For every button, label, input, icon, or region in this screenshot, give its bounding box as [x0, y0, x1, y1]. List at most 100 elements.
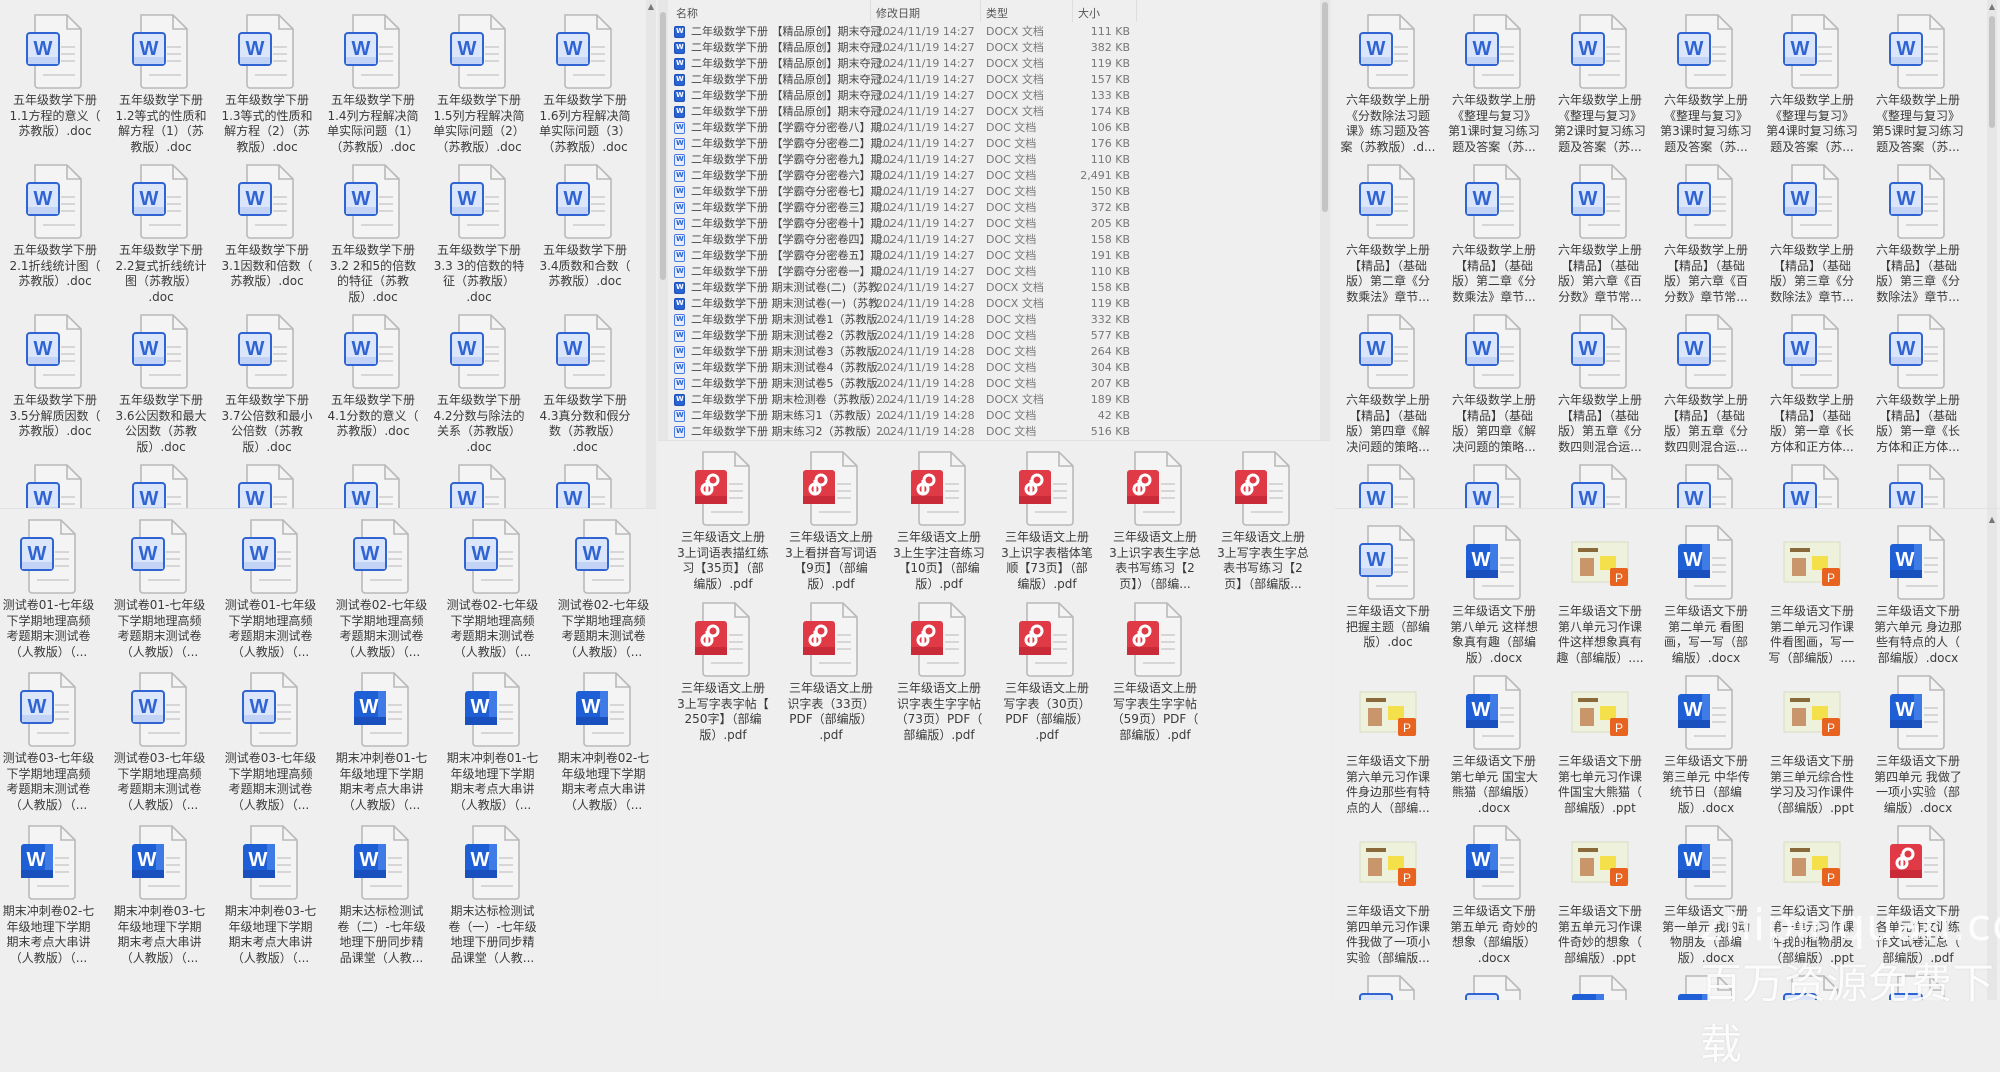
file-item[interactable]: W	[1335, 463, 1441, 508]
column-divider[interactable]	[1072, 0, 1073, 22]
file-item[interactable]: W 六年级数学上册 《整理与复习》 第3课时复习练习 题及答案（苏...	[1653, 13, 1759, 163]
file-row[interactable]: 二年级数学下册 期末检测卷（苏教版）....2024/11/19 14:28 DO…	[658, 391, 1330, 408]
file-item[interactable]: W 测试卷02-七年级 下学期地理高频 考题期末测试卷 （人教版）（...	[548, 518, 656, 671]
file-row[interactable]: 二年级数学下册 【学霸夺分密卷七】期...2024/11/19 14:27 DOC…	[658, 183, 1330, 200]
file-item[interactable]: W 五年级数学下册 3.4质数和合数（ 苏教版）.doc	[532, 163, 638, 313]
file-item[interactable]: W	[426, 463, 532, 508]
file-item[interactable]: W	[532, 463, 638, 508]
file-item[interactable]: W 五年级数学下册 3.3 3的倍数的特 征（苏教版） .doc	[426, 163, 532, 313]
file-item[interactable]: W 期末冲刺卷03-七 年级地理下学期 期末考点大串讲 （人教版）（...	[104, 824, 215, 977]
file-item[interactable]: W 期末冲刺卷01-七 年级地理下学期 期末考点大串讲 （人教版）（...	[326, 671, 437, 824]
file-item[interactable]: 三年级语文上册 3上识字表楷体笔 顺【73页】（部 编版）.pdf	[993, 450, 1101, 601]
file-item[interactable]: W 测试卷01-七年级 下学期地理高频 考题期末测试卷 （人教版）（...	[104, 518, 215, 671]
file-item[interactable]: W	[1441, 463, 1547, 508]
file-item[interactable]: W 六年级数学上册 【精品】（基础 版）第二章《分 数乘法》章节...	[1335, 163, 1441, 313]
file-item[interactable]: W 测试卷01-七年级 下学期地理高频 考题期末测试卷 （人教版）（...	[0, 518, 104, 671]
file-item[interactable]: W 测试卷01-七年级 下学期地理高频 考题期末测试卷 （人教版）（...	[215, 518, 326, 671]
column-name[interactable]: 名称	[676, 5, 698, 21]
file-item[interactable]: W 六年级数学上册 【精品】（基础 版）第五章《分 数四则混合运...	[1653, 313, 1759, 463]
scrollbar-thumb[interactable]	[1322, 2, 1328, 212]
scroll-up-icon[interactable]: ▲	[646, 2, 656, 11]
column-type[interactable]: 类型	[986, 5, 1008, 21]
file-item[interactable]: 三年级语文上册 写字表（30页） PDF（部编版） .pdf	[993, 601, 1101, 752]
file-item[interactable]: W 六年级数学上册 【精品】（基础 版）第四章《解 决问题的策略...	[1441, 313, 1547, 463]
file-item[interactable]: W 三年级语文下册 第六单元 身边那 些有特点的人（ 部编版）.docx	[1865, 524, 1971, 674]
file-row[interactable]: 二年级数学下册 期末测试卷2（苏教版...2024/11/19 14:28 DOC…	[658, 327, 1330, 344]
scrollbar-thumb[interactable]	[1989, 16, 1995, 128]
file-row[interactable]: 二年级数学下册 期末测试卷(一)（苏教...2024/11/19 14:28 DO…	[658, 295, 1330, 312]
file-item[interactable]: W 五年级数学下册 2.1折线统计图（ 苏教版）.doc	[2, 163, 108, 313]
file-item[interactable]: W 期末冲刺卷02-七 年级地理下学期 期末考点大串讲 （人教版）（...	[548, 671, 656, 824]
file-item[interactable]: W	[1865, 463, 1971, 508]
file-item[interactable]: W 五年级数学下册 2.2复式折线统计 图（苏教版） .doc	[108, 163, 214, 313]
file-row[interactable]: 二年级数学下册 【学霸夺分密卷九】期...2024/11/19 14:27 DOC…	[658, 151, 1330, 168]
file-item[interactable]: W 五年级数学下册 4.1分数的意义（ 苏教版）.doc	[320, 313, 426, 463]
file-item[interactable]: W 六年级数学上册 《整理与复习》 第1课时复习练习 题及答案（苏...	[1441, 13, 1547, 163]
file-row[interactable]: 二年级数学下册 期末测试卷4（苏教版...2024/11/19 14:28 DOC…	[658, 359, 1330, 376]
file-item[interactable]: 三年级语文上册 3上写字表字帖【 250字】（部编 版）.pdf	[669, 601, 777, 752]
file-item[interactable]: W	[320, 463, 426, 508]
file-item[interactable]: W 测试卷02-七年级 下学期地理高频 考题期末测试卷 （人教版）（...	[326, 518, 437, 671]
file-item[interactable]: W 期末冲刺卷01-七 年级地理下学期 期末考点大串讲 （人教版）（...	[437, 671, 548, 824]
file-item[interactable]: P 三年级语文下册 第六单元习作课 件身边那些有特 点的人（部编...	[1335, 674, 1441, 824]
file-item[interactable]: W 五年级数学下册 4.2分数与除法的 关系（苏教版） .doc	[426, 313, 532, 463]
file-item[interactable]: W 六年级数学上册 《分数除法习题 课》练习题及答 案（苏教版）.d...	[1335, 13, 1441, 163]
file-row[interactable]: 二年级数学下册 【学霸夺分密卷十】期...2024/11/19 14:27 DOC…	[658, 215, 1330, 232]
column-divider[interactable]	[870, 0, 871, 22]
file-item[interactable]: W 五年级数学下册 1.3等式的性质和 解方程（2）（苏 教版）.doc	[214, 13, 320, 163]
file-item[interactable]: W 五年级数学下册 1.5列方程解决简 单实际问题（2） （苏教版）.doc	[426, 13, 532, 163]
file-item[interactable]: W 五年级数学下册 1.4列方程解决简 单实际问题（1） （苏教版）.doc	[320, 13, 426, 163]
file-item[interactable]: W 三年级语文下册 把握主题（部编 版）.doc	[1335, 524, 1441, 674]
file-row[interactable]: 二年级数学下册 期末测试卷(二)（苏教...2024/11/19 14:27 DO…	[658, 279, 1330, 296]
file-row[interactable]: 二年级数学下册 【精品原创】期末夺冠...2024/11/19 14:27 DOC…	[658, 87, 1330, 104]
file-item[interactable]: W 六年级数学上册 【精品】（基础 版）第四章《解 决问题的策略...	[1335, 313, 1441, 463]
file-item[interactable]: W 五年级数学下册 1.1方程的意义（ 苏教版）.doc	[2, 13, 108, 163]
file-item[interactable]: 三年级语文上册 3上写字表生字总 表书写练习【2 页】（部编版...	[1209, 450, 1317, 601]
file-item[interactable]: W 五年级数学下册 3.1因数和倍数（ 苏教版）.doc	[214, 163, 320, 313]
file-row[interactable]: 二年级数学下册 【学霸夺分密卷四】期...2024/11/19 14:27 DOC…	[658, 231, 1330, 248]
file-item[interactable]: W	[1441, 974, 1547, 1000]
file-row[interactable]: 二年级数学下册 【学霸夺分密卷五】期...2024/11/19 14:27 DOC…	[658, 247, 1330, 264]
file-item[interactable]: W	[214, 463, 320, 508]
file-row[interactable]: 二年级数学下册 【学霸夺分密卷三】期...2024/11/19 14:27 DOC…	[658, 199, 1330, 216]
scroll-up-icon[interactable]: ▲	[1987, 2, 1997, 11]
file-item[interactable]: W 期末冲刺卷02-七 年级地理下学期 期末考点大串讲 （人教版）（...	[0, 824, 104, 977]
file-item[interactable]: P 三年级语文下册 第八单元习作课 件这样想象真有 趣（部编版）....	[1547, 524, 1653, 674]
file-item[interactable]: 三年级语文上册 3上识字表生字总 表书写练习【2 页】）（部编...	[1101, 450, 1209, 601]
file-item[interactable]: W 期末达标检测试 卷（一）-七年级 地理下册同步精 品课堂（人教...	[437, 824, 548, 977]
scrollbar[interactable]: ▲	[1987, 0, 1997, 508]
file-item[interactable]: W 六年级数学上册 【精品】（基础 版）第五章《分 数四则混合运...	[1547, 313, 1653, 463]
scroll-up-icon[interactable]: ▲	[1987, 515, 1997, 524]
file-item[interactable]: W 六年级数学上册 【精品】（基础 版）第六章《百 分数》章节常...	[1653, 163, 1759, 313]
file-item[interactable]: W 六年级数学上册 【精品】（基础 版）第三章《分 数除法》章节...	[1759, 163, 1865, 313]
file-item[interactable]: P 三年级语文下册 第五单元习作课 件奇妙的想象（ 部编版）.ppt	[1547, 824, 1653, 974]
file-item[interactable]: 三年级语文上册 3上看拼音写词语 【9页】（部编 版）.pdf	[777, 450, 885, 601]
file-row[interactable]: 二年级数学下册 期末练习2（苏教版）....2024/11/19 14:28 DO…	[658, 423, 1330, 440]
scrollbar[interactable]: ▲	[646, 0, 656, 508]
scrollbar[interactable]	[1320, 0, 1330, 440]
file-item[interactable]: W 六年级数学上册 【精品】（基础 版）第六章《百 分数》章节常...	[1547, 163, 1653, 313]
file-item[interactable]: W 五年级数学下册 3.2 2和5的倍数 的特征（苏教 版）.doc	[320, 163, 426, 313]
file-item[interactable]: W 测试卷03-七年级 下学期地理高频 考题期末测试卷 （人教版）（...	[104, 671, 215, 824]
file-item[interactable]: W 三年级语文下册 第四单元 我做了 一项小实验（部 编版）.docx	[1865, 674, 1971, 824]
file-item[interactable]: W 五年级数学下册 3.5分解质因数（ 苏教版）.doc	[2, 313, 108, 463]
file-item[interactable]: W 测试卷02-七年级 下学期地理高频 考题期末测试卷 （人教版）（...	[437, 518, 548, 671]
file-item[interactable]: W 五年级数学下册 3.7公倍数和最小 公倍数（苏教 版）.doc	[214, 313, 320, 463]
file-item[interactable]: W	[1547, 974, 1653, 1000]
file-item[interactable]: W 期末冲刺卷03-七 年级地理下学期 期末考点大串讲 （人教版）（...	[215, 824, 326, 977]
file-item[interactable]: 三年级语文上册 识字表生字字帖 （73页）PDF（ 部编版）.pdf	[885, 601, 993, 752]
file-item[interactable]: W 五年级数学下册 4.3真分数和假分 数（苏教版） .doc	[532, 313, 638, 463]
file-item[interactable]: W 三年级语文下册 第二单元 看图 画，写一写（部 编版）.docx	[1653, 524, 1759, 674]
file-item[interactable]: W 六年级数学上册 《整理与复习》 第4课时复习练习 题及答案（苏...	[1759, 13, 1865, 163]
file-item[interactable]: 三年级语文上册 3上生字注音练习 【10页】（部编 版）.pdf	[885, 450, 993, 601]
file-item[interactable]: P 三年级语文下册 第二单元习作课 件看图画，写一 写（部编版）....	[1759, 524, 1865, 674]
file-item[interactable]: W 测试卷03-七年级 下学期地理高频 考题期末测试卷 （人教版）（...	[0, 671, 104, 824]
file-row[interactable]: 二年级数学下册 【精品原创】期末夺冠...2024/11/19 14:27 DOC…	[658, 71, 1330, 88]
file-item[interactable]: W 六年级数学上册 【精品】（基础 版）第三章《分 数除法》章节...	[1865, 163, 1971, 313]
file-row[interactable]: 二年级数学下册 期末测试卷1（苏教版...2024/11/19 14:28 DOC…	[658, 311, 1330, 328]
file-item[interactable]: 三年级语文上册 写字表生字字帖 （59页）PDF（ 部编版）.pdf	[1101, 601, 1209, 752]
file-row[interactable]: 二年级数学下册 期末练习1（苏教版）....2024/11/19 14:28 DO…	[658, 407, 1330, 424]
file-item[interactable]: W	[108, 463, 214, 508]
column-divider[interactable]	[1136, 0, 1137, 22]
file-item[interactable]: W 测试卷03-七年级 下学期地理高频 考题期末测试卷 （人教版）（...	[215, 671, 326, 824]
